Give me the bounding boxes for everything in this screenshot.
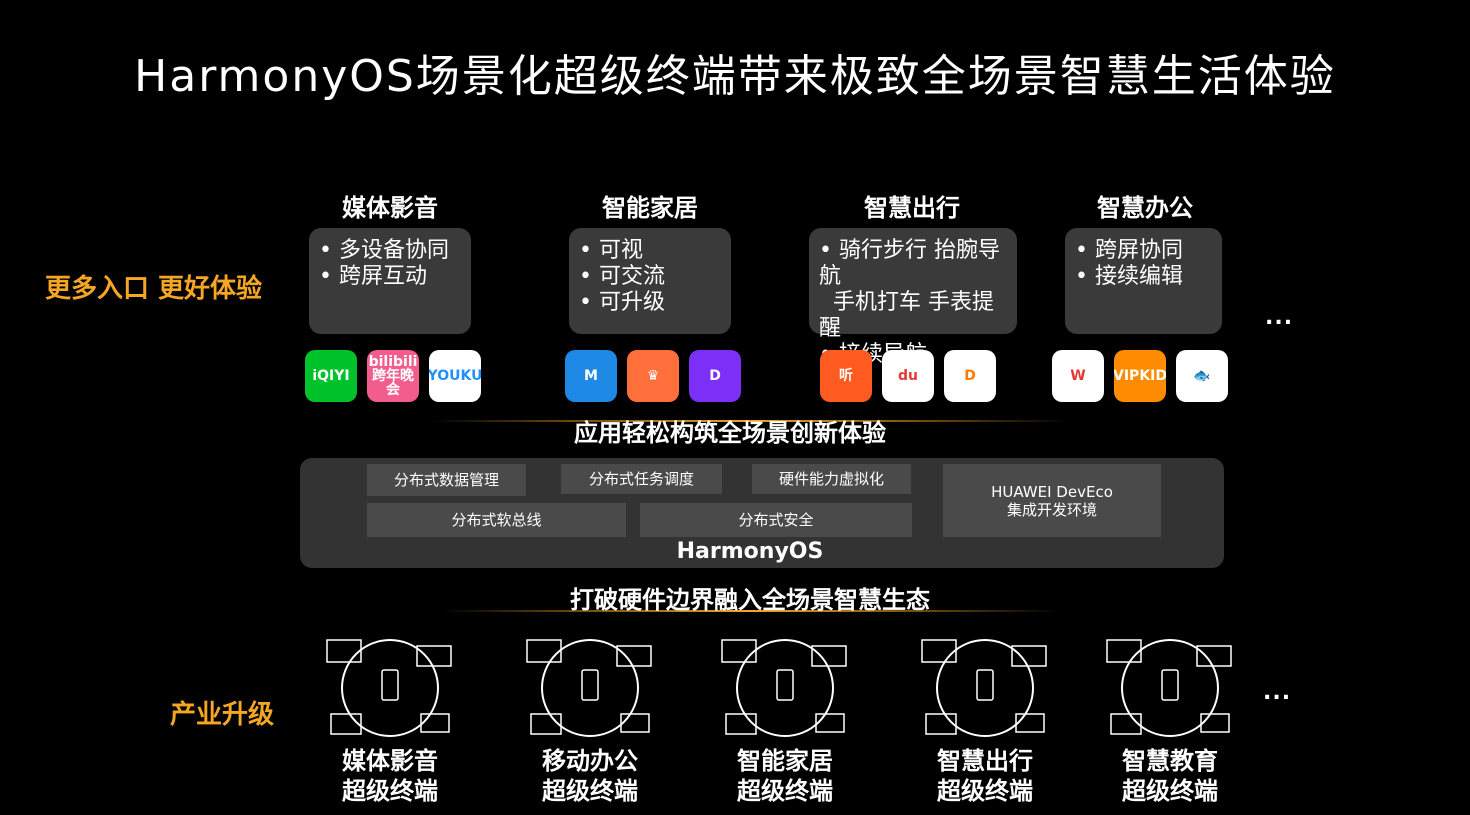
- module-distributed-security: 分布式安全: [640, 503, 912, 537]
- card-item: 手机打车 手表提醒: [819, 290, 994, 341]
- module-distributed-task: 分布式任务调度: [561, 464, 722, 494]
- card-item: 接续编辑: [1075, 264, 1214, 290]
- category-card-media: 多设备协同 跨屏互动: [309, 228, 471, 334]
- chef-hat-app-icon[interactable]: ♛: [627, 350, 679, 402]
- device-label: 智能家居 超级终端: [705, 746, 865, 806]
- baidu-map-icon[interactable]: du: [882, 350, 934, 402]
- bottom-side-label: 产业升级: [170, 700, 275, 730]
- device-label-line2: 超级终端: [342, 777, 438, 805]
- youku-icon[interactable]: YOUKU: [429, 350, 481, 402]
- page-title: HarmonyOS场景化超级终端带来极致全场景智慧生活体验: [134, 51, 1336, 102]
- device-label: 智慧出行 超级终端: [905, 746, 1065, 806]
- device-cluster-illustration: [525, 628, 655, 738]
- deveco-line1: HUAWEI DevEco: [991, 482, 1113, 501]
- ecosystem-label: 打破硬件边界融入全场景智慧生态: [570, 586, 930, 614]
- category-card-travel: 骑行步行 抬腕导航 手机打车 手表提醒 接续导航: [809, 228, 1017, 367]
- device-cluster-illustration: [1105, 628, 1235, 738]
- module-soft-bus: 分布式软总线: [367, 503, 626, 537]
- device-label-line1: 智慧教育: [1122, 747, 1218, 775]
- card-item: 骑行步行 抬腕导航: [819, 238, 1009, 290]
- category-card-smart-home: 可视 可交流 可升级: [569, 228, 731, 334]
- card-item: 跨屏互动: [319, 264, 463, 290]
- platform-name: HarmonyOS: [676, 539, 824, 564]
- device-cluster-illustration: [920, 628, 1050, 738]
- category-card-office: 跨屏协同 接续编辑: [1065, 228, 1222, 334]
- didi-icon[interactable]: D: [944, 350, 996, 402]
- card-item: 多设备协同: [319, 238, 463, 264]
- category-title-travel: 智慧出行: [864, 194, 960, 222]
- module-distributed-data: 分布式数据管理: [367, 464, 526, 496]
- card-item: 跨屏协同: [1075, 238, 1214, 264]
- device-label: 移动办公 超级终端: [510, 746, 670, 806]
- device-label-line2: 超级终端: [1122, 777, 1218, 805]
- device-label-line2: 超级终端: [542, 777, 638, 805]
- device-label-line1: 媒体影音: [342, 747, 438, 775]
- device-label: 媒体影音 超级终端: [310, 746, 470, 806]
- deveco-line2: 集成开发环境: [1006, 500, 1097, 519]
- bilibili-icon[interactable]: bilibili 跨年晚会: [367, 350, 419, 402]
- category-title-media: 媒体影音: [342, 194, 438, 222]
- wps-icon[interactable]: W: [1052, 350, 1104, 402]
- device-cluster-illustration: [325, 628, 455, 738]
- category-title-office: 智慧办公: [1097, 194, 1193, 222]
- device-label-line2: 超级终端: [937, 777, 1033, 805]
- module-hardware-virtualization: 硬件能力虚拟化: [752, 464, 911, 494]
- card-item: 可交流: [579, 264, 723, 290]
- ting-app-icon[interactable]: 听: [820, 350, 872, 402]
- smart-home-app-icon[interactable]: M: [565, 350, 617, 402]
- device-label-line1: 移动办公: [542, 747, 638, 775]
- card-item: 可升级: [579, 290, 723, 316]
- device-cluster-illustration: [720, 628, 850, 738]
- more-devices-ellipsis: ...: [1263, 680, 1292, 705]
- fish-app-icon[interactable]: 🐟: [1176, 350, 1228, 402]
- purple-app-icon[interactable]: D: [689, 350, 741, 402]
- module-deveco: HUAWEI DevEco 集成开发环境: [943, 464, 1161, 537]
- device-label-line1: 智能家居: [737, 747, 833, 775]
- vipkid-icon[interactable]: VIPKID: [1114, 350, 1166, 402]
- card-item: 可视: [579, 238, 723, 264]
- iqiyi-icon[interactable]: iQIYI: [305, 350, 357, 402]
- top-side-label: 更多入口 更好体验: [45, 274, 263, 304]
- device-label-line1: 智慧出行: [937, 747, 1033, 775]
- category-title-smart-home: 智能家居: [602, 194, 698, 222]
- apps-layer-label: 应用轻松构筑全场景创新体验: [574, 419, 886, 447]
- device-label-line2: 超级终端: [737, 777, 833, 805]
- device-label: 智慧教育 超级终端: [1090, 746, 1250, 806]
- more-categories-ellipsis: ...: [1265, 305, 1294, 330]
